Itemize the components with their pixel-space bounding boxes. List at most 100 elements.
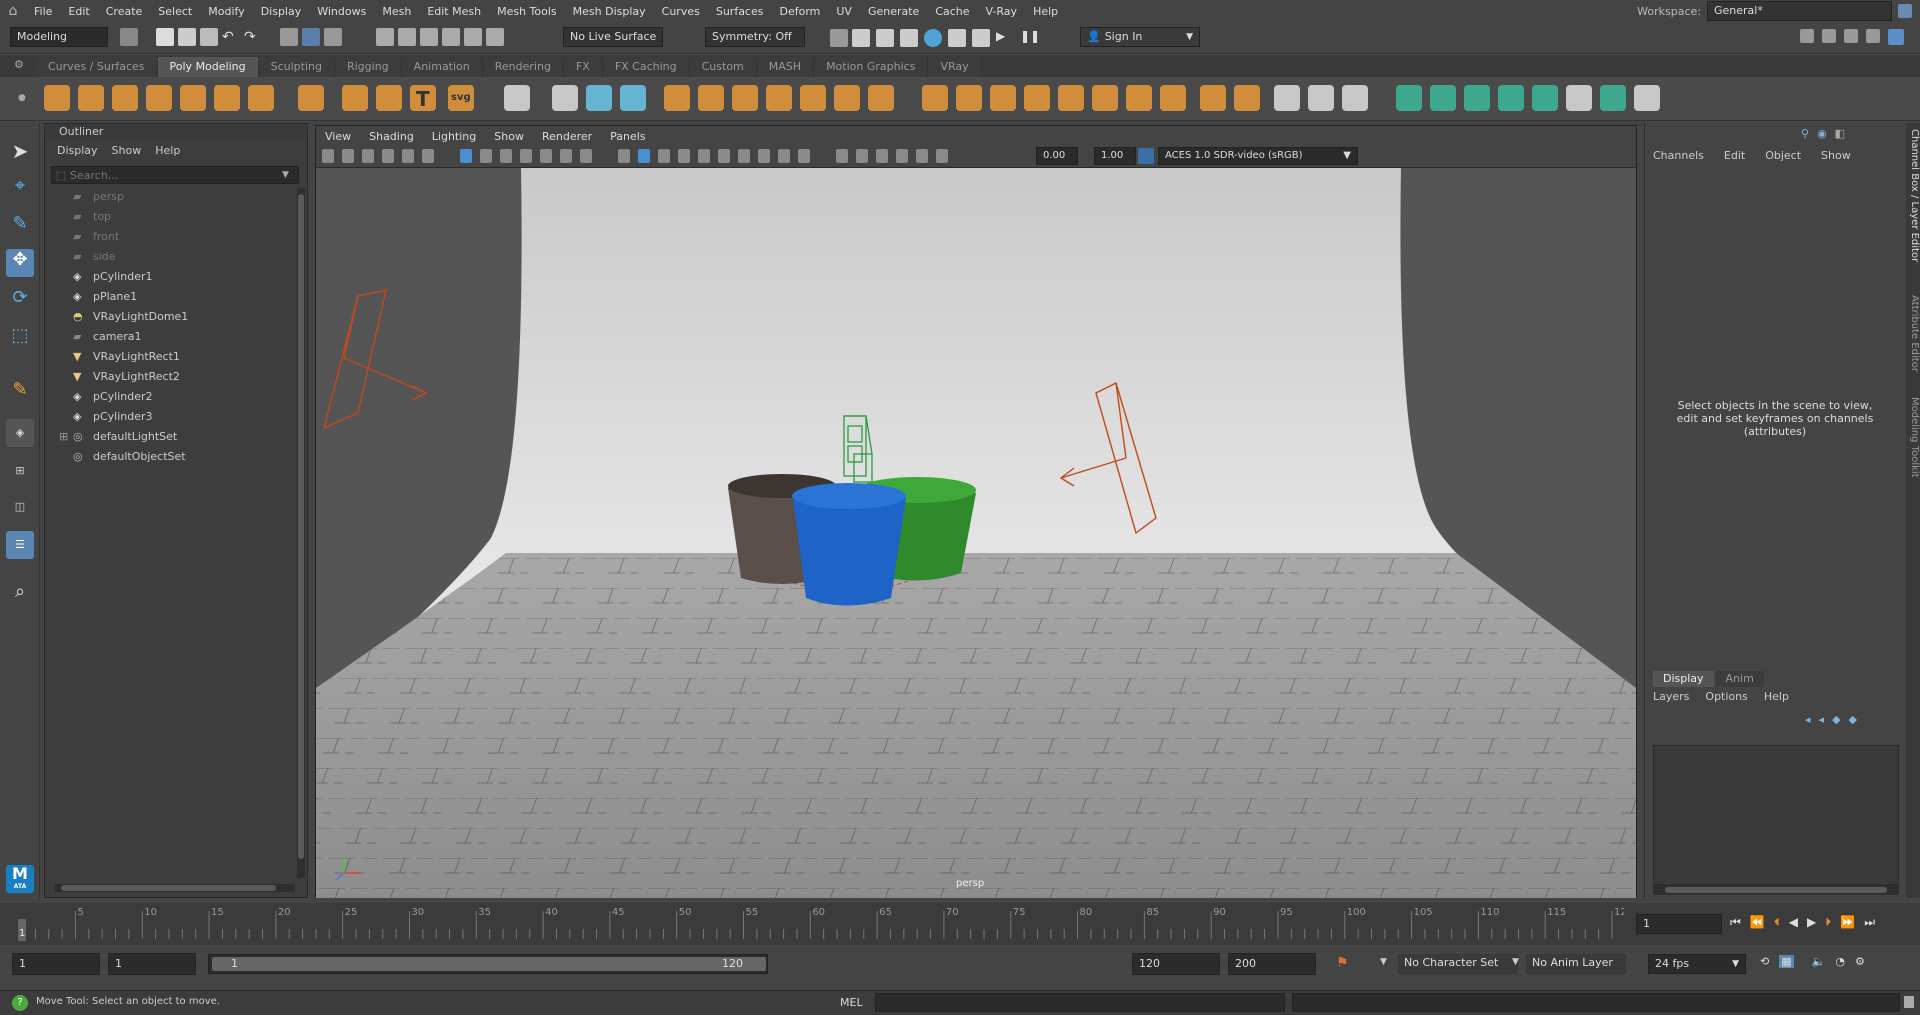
move-layer-up-icon[interactable]: ◂ [1805,713,1811,726]
outliner-v-scroll-thumb[interactable] [298,194,304,859]
poly-cube-icon[interactable] [78,85,104,111]
last-tool-icon[interactable]: ✎ [6,379,34,407]
camera-attributes-icon[interactable] [342,149,354,163]
shelf-tab-rigging[interactable]: Rigging [334,57,402,77]
poly-disc-icon[interactable] [248,85,274,111]
layer-h-scroll-thumb[interactable] [1665,887,1887,893]
outliner-item-pcylinder2[interactable]: ◈ pCylinder2 [73,388,153,406]
channel-menu-edit[interactable]: Edit [1724,149,1745,162]
textured-icon[interactable] [678,149,690,163]
collapse-icon[interactable] [990,85,1016,111]
viewport-menu-lighting[interactable]: Lighting [423,130,485,143]
uv-editor-icon[interactable] [1532,85,1558,111]
poly-cylinder-icon[interactable] [112,85,138,111]
shelf-options-icon[interactable]: ● [18,93,26,103]
shelf-tab-motion-graphics[interactable]: Motion Graphics [814,57,929,77]
step-back-icon[interactable]: ⏪ [1750,915,1765,930]
time-ruler[interactable]: 5 10 15 20 25 30 35 40 45 50 55 60 65 70 75 80 85 90 95 100… [14,903,1624,945]
menu-uv[interactable]: UV [828,5,860,18]
grease-pencil-icon[interactable] [422,149,434,163]
paint-select-tool-icon[interactable]: ✎ [6,213,34,241]
shelf-tab-fx[interactable]: FX [563,57,603,77]
fps-dropdown[interactable]: 24 fps ▼ [1648,954,1746,974]
scale-tool-icon[interactable]: ⬚ [6,325,34,353]
shelf-tab-fx-caching[interactable]: FX Caching [602,57,690,77]
step-forward-key-icon[interactable]: ⏵ [1825,915,1831,930]
shelf-tab-sculpting[interactable]: Sculpting [258,57,335,77]
outliner-h-scrollbar[interactable] [55,884,295,892]
viewport-menu-renderer[interactable]: Renderer [533,130,601,143]
color-management-icon[interactable] [1138,148,1154,164]
redo-icon[interactable]: ↷ [244,28,262,46]
target-weld-icon[interactable] [956,85,982,111]
bridge-icon[interactable] [698,85,724,111]
mode-dropdown[interactable]: Modeling [10,27,108,47]
playback-start-field[interactable]: 1 [108,953,196,975]
platonic-solid-icon[interactable] [298,85,324,111]
exposure-field[interactable]: 0.00 [1036,147,1078,165]
construction-history-icon[interactable] [830,29,848,47]
character-set-dropdown-icon[interactable]: ▼ [1380,957,1387,967]
select-hierarchy-icon[interactable] [120,28,138,46]
shelf-tab-mash[interactable]: MASH [756,57,815,77]
shelf-tab-animation[interactable]: Animation [401,57,483,77]
camera-select-icon[interactable] [322,149,334,163]
exposure-icon[interactable] [916,149,928,163]
pause-ipr-icon[interactable]: ❚❚ [1020,29,1040,47]
layer-h-scrollbar[interactable] [1653,885,1899,895]
toggle-tool-settings-icon[interactable] [1844,29,1858,43]
cache-playback-icon[interactable]: ▦ [1779,955,1794,968]
xray-icon[interactable] [856,149,868,163]
script-language-toggle[interactable]: MEL [840,996,863,1009]
two-view-layout-icon[interactable]: ◫ [6,493,34,521]
undo-icon[interactable]: ↶ [222,28,240,46]
animation-end-field[interactable]: 200 [1228,953,1316,975]
shelf-tab-vray[interactable]: VRay [928,57,982,77]
outliner-layout-icon[interactable]: ☰ [6,531,34,559]
tab-channel-box[interactable]: Channel Box / Layer Editor [1906,129,1920,262]
toggle-channel-box-icon[interactable] [1888,29,1904,45]
render-region-icon[interactable] [876,29,894,47]
extrude-icon[interactable] [732,85,758,111]
loop-icon[interactable]: ⟲ [1760,955,1769,968]
animation-start-field[interactable]: 1 [12,953,100,975]
outliner-item-pcylinder1[interactable]: ◈ pCylinder1 [73,268,153,286]
workspace-dropdown[interactable]: General* [1707,1,1892,21]
toggle-modeling-toolkit-icon[interactable] [1866,29,1880,43]
hypershade-icon[interactable] [924,29,942,47]
shadows-icon[interactable] [718,149,730,163]
layer-menu-layers[interactable]: Layers [1653,690,1689,703]
color-space-dropdown[interactable]: ACES 1.0 SDR-video (sRGB) ▼ [1158,147,1358,165]
smooth-shade-icon[interactable] [638,149,650,163]
menu-modify[interactable]: Modify [200,5,252,18]
lasso-tool-icon[interactable]: ⌖ [6,175,34,203]
spherical-uv-icon[interactable] [1464,85,1490,111]
safe-action-icon[interactable] [560,149,572,163]
planar-uv-icon[interactable] [1396,85,1422,111]
channel-menu-channels[interactable]: Channels [1653,149,1704,162]
menu-edit[interactable]: Edit [60,5,97,18]
extract-icon[interactable] [1234,85,1260,111]
shelf-tab-poly-modeling[interactable]: Poly Modeling [157,57,259,77]
new-layer-selected-icon[interactable]: ◆ [1849,713,1857,726]
tab-attribute-editor[interactable]: Attribute Editor [1906,295,1920,372]
gamma-field[interactable]: 1.00 [1094,147,1136,165]
channel-lock-icon[interactable]: ◧ [1835,127,1845,140]
outliner-item-defaultlightset[interactable]: ⊞ ◎ defaultLightSet [59,428,177,446]
outliner-item-vraylightrect2[interactable]: ▼ VRayLightRect2 [73,368,180,386]
tab-modeling-toolkit[interactable]: Modeling Toolkit [1906,397,1920,478]
menu-file[interactable]: File [26,5,60,18]
offset-edge-loop-icon[interactable] [1342,85,1368,111]
viewport-menu-panels[interactable]: Panels [601,130,654,143]
new-scene-icon[interactable] [156,28,174,46]
select-by-object-icon[interactable] [302,28,320,46]
edge-flow-icon[interactable] [1274,85,1300,111]
play-forwards-icon[interactable]: ▶ [1807,915,1816,930]
step-forward-icon[interactable]: ⏩ [1840,915,1855,930]
bevel-icon[interactable] [664,85,690,111]
character-set-dropdown[interactable]: No Character Set [1398,954,1518,974]
outliner-menu-show[interactable]: Show [112,142,142,160]
mel-command-input[interactable] [875,993,1285,1012]
triangulate-icon[interactable] [1160,85,1186,111]
play-ipr-icon[interactable]: ▶ [996,29,1014,47]
